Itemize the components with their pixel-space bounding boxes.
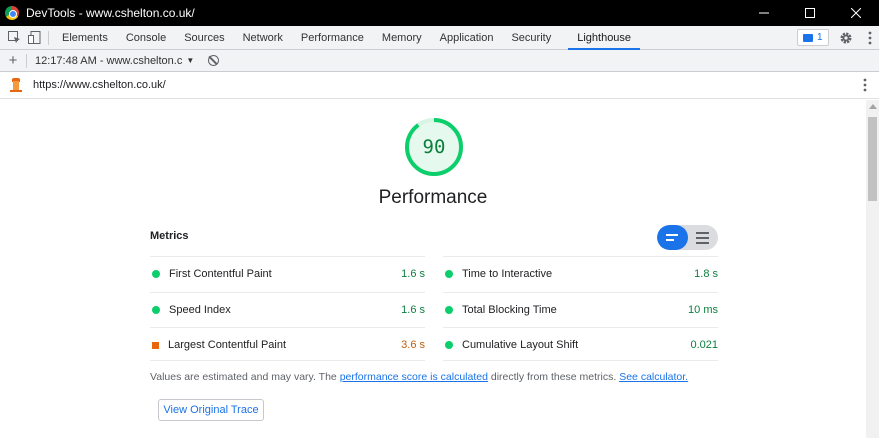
report-url-bar: https://www.cshelton.co.uk/ (0, 72, 879, 99)
settings-button[interactable] (836, 28, 856, 48)
tab-network[interactable]: Network (234, 26, 292, 50)
tab-application[interactable]: Application (431, 26, 503, 50)
tab-security[interactable]: Security (502, 26, 560, 50)
see-calculator-link[interactable]: See calculator. (619, 371, 688, 383)
clear-all-icon[interactable] (208, 55, 220, 66)
window-title: DevTools - www.cshelton.co.uk/ (26, 6, 195, 20)
inspect-element-button[interactable] (4, 28, 24, 48)
average-icon (152, 341, 159, 349)
tab-elements[interactable]: Elements (53, 26, 117, 50)
performance-score: 90 (422, 136, 446, 158)
scrollbar-thumb[interactable] (868, 117, 877, 201)
metric-value: 10 ms (688, 303, 718, 316)
metric-speed-index: Speed Index 1.6 s (150, 291, 425, 328)
metric-value: 1.6 s (401, 268, 425, 281)
new-report-button[interactable]: + (0, 52, 26, 69)
scroll-up-arrow-icon[interactable] (869, 104, 877, 109)
metric-value: 3.6 s (401, 339, 425, 352)
metrics-disclaimer: Values are estimated and may vary. The p… (150, 371, 688, 383)
metric-label: Time to Interactive (462, 268, 553, 281)
maximize-button[interactable] (787, 0, 833, 26)
chrome-icon (5, 6, 19, 20)
tab-memory[interactable]: Memory (373, 26, 431, 50)
metric-value: 1.8 s (694, 268, 718, 281)
minimize-icon (759, 12, 769, 14)
metric-time-to-interactive: Time to Interactive 1.8 s (443, 256, 718, 292)
report-select[interactable]: 12:17:48 AM - www.cshelton.c ▼ (35, 55, 194, 67)
close-window-button[interactable] (833, 0, 879, 26)
tab-console[interactable]: Console (117, 26, 175, 50)
category-title: Performance (378, 187, 488, 208)
pass-icon (445, 270, 453, 279)
pass-icon (445, 341, 453, 350)
tab-performance[interactable]: Performance (292, 26, 373, 50)
pass-icon (152, 270, 160, 279)
report-url: https://www.cshelton.co.uk/ (33, 79, 166, 91)
metric-label: Largest Contentful Paint (168, 339, 287, 352)
metric-largest-contentful-paint: Largest Contentful Paint 3.6 s (150, 327, 425, 363)
metric-label: Total Blocking Time (462, 303, 557, 316)
lighthouse-toolbar: + 12:17:48 AM - www.cshelton.c ▼ (0, 50, 879, 72)
expanded-view-icon[interactable] (688, 225, 719, 250)
metric-total-blocking-time: Total Blocking Time 10 ms (443, 291, 718, 328)
metric-label: First Contentful Paint (169, 268, 272, 281)
lighthouse-report: 90 Performance Metrics First Contentful … (0, 100, 866, 438)
metric-label: Cumulative Layout Shift (462, 339, 579, 352)
tab-divider (48, 30, 49, 45)
toolbar-divider (26, 53, 27, 68)
plus-icon: + (8, 52, 18, 69)
metrics-header: Metrics (150, 230, 189, 242)
compact-view-icon[interactable] (657, 225, 688, 250)
disclaimer-text: Values are estimated and may vary. The (150, 371, 340, 383)
view-original-trace-button[interactable]: View Original Trace (158, 399, 264, 421)
dropdown-arrow-icon: ▼ (186, 56, 195, 65)
pass-icon (445, 305, 453, 314)
metric-cumulative-layout-shift: Cumulative Layout Shift 0.021 (443, 327, 718, 363)
device-mode-icon (27, 31, 40, 44)
close-icon (851, 8, 861, 18)
disclaimer-text: directly from these metrics. (487, 371, 620, 383)
window-controls (741, 0, 879, 26)
tab-sources[interactable]: Sources (175, 26, 233, 50)
metric-first-contentful-paint: First Contentful Paint 1.6 s (150, 256, 425, 292)
metrics-divider (150, 360, 718, 361)
metric-label: Speed Index (169, 303, 231, 316)
pass-icon (152, 305, 160, 314)
device-toolbar-button[interactable] (24, 28, 44, 48)
metric-value: 0.021 (690, 339, 718, 352)
issues-count: 1 (817, 32, 823, 43)
tab-lighthouse[interactable]: Lighthouse (568, 26, 640, 50)
gear-icon (840, 32, 852, 44)
more-vert-icon (863, 78, 867, 92)
report-tools-menu-button[interactable] (863, 78, 867, 95)
report-select-value: 12:17:48 AM - www.cshelton.c (35, 54, 183, 67)
performance-score-link[interactable]: performance score is calculated (340, 371, 488, 383)
metric-value: 1.6 s (401, 303, 425, 316)
devtools-tab-strip: Elements Console Sources Network Perform… (0, 26, 879, 50)
report-scrollbar[interactable] (866, 100, 879, 438)
customize-devtools-menu-button[interactable] (860, 28, 879, 48)
more-vert-icon (868, 31, 872, 45)
maximize-icon (805, 8, 815, 18)
lighthouse-icon (10, 78, 22, 92)
message-icon (803, 33, 813, 42)
metrics-view-toggle[interactable] (657, 225, 718, 250)
window-title-bar: DevTools - www.cshelton.co.uk/ (0, 0, 879, 26)
metrics-grid: First Contentful Paint 1.6 s Time to Int… (150, 256, 718, 363)
issues-counter-button[interactable]: 1 (797, 29, 829, 46)
inspect-icon (7, 31, 20, 43)
minimize-button[interactable] (741, 0, 787, 26)
